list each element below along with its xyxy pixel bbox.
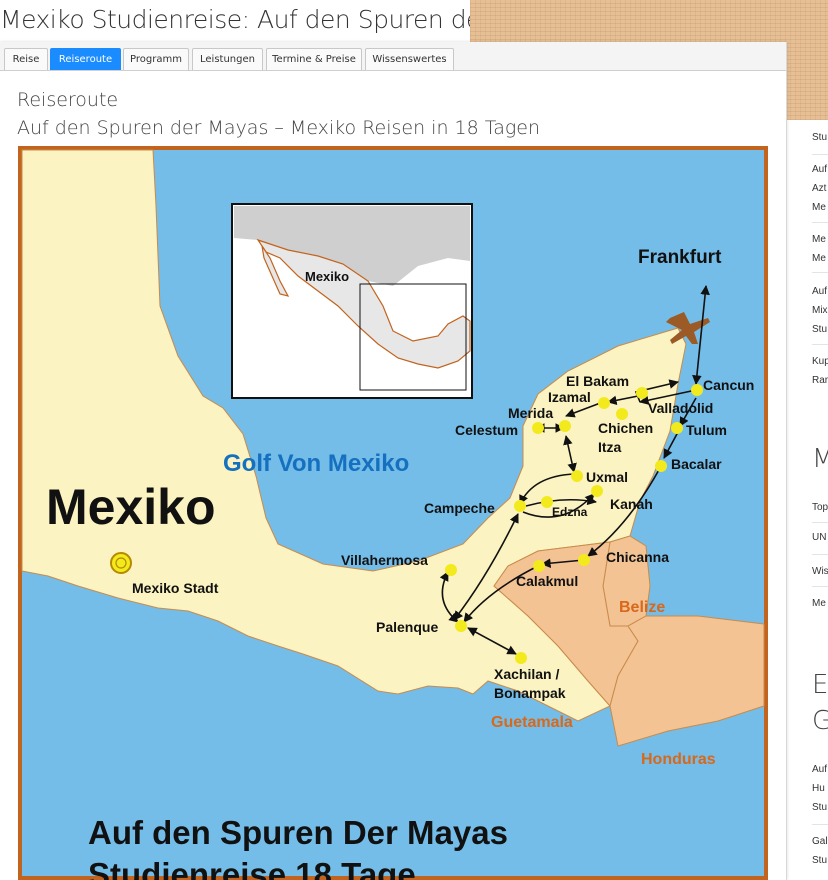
- stop-villahermosa: [445, 564, 457, 576]
- sea-label: Golf Von Mexiko: [223, 450, 409, 477]
- sidebar-link-4[interactable]: Auf: [812, 282, 827, 301]
- stop-calakmul: [533, 560, 545, 572]
- stop-uxmal: [571, 470, 583, 482]
- sidebar-link-3b[interactable]: Me: [812, 249, 826, 268]
- page-title: Mexiko Studienreise: Auf den Spuren der …: [0, 5, 470, 34]
- label-valladolid: Valladolid: [648, 400, 713, 416]
- sidebar-link-9[interactable]: Me: [812, 594, 826, 613]
- sidebar-link-4c[interactable]: Stu: [812, 320, 827, 339]
- stop-izamal: [598, 397, 610, 409]
- label-guatemala: Guetamala: [491, 714, 573, 731]
- tab-programm[interactable]: Programm: [123, 48, 189, 70]
- sidebar-heading-2a: E: [812, 670, 828, 700]
- label-el-bakam: El Bakam: [566, 373, 629, 389]
- sidebar-divider: [812, 222, 828, 223]
- stop-cancun: [691, 384, 703, 396]
- stop-bacalar: [655, 460, 667, 472]
- map-caption-line2: Studienreise 18 Tage: [88, 856, 416, 880]
- sidebar-heading-2b: G: [812, 706, 828, 736]
- label-kanah: Kanah: [610, 496, 653, 512]
- label-cancun: Cancun: [703, 377, 754, 393]
- stop-tulum: [671, 422, 683, 434]
- stop-kanah: [591, 485, 603, 497]
- tab-bar: Reise Reiseroute Programm Leistungen Ter…: [0, 42, 786, 71]
- sidebar-divider: [812, 522, 828, 523]
- map-caption-line1: Auf den Spuren Der Mayas: [88, 814, 508, 851]
- label-belize: Belize: [619, 599, 665, 616]
- tab-wissenswertes[interactable]: Wissenswertes: [365, 48, 454, 70]
- inset-label: Mexiko: [305, 269, 349, 284]
- sidebar-link-2[interactable]: Auf: [812, 160, 827, 179]
- stop-valladolid: [616, 408, 628, 420]
- stop-campeche: [514, 500, 526, 512]
- label-palenque: Palenque: [376, 619, 438, 635]
- sidebar-divider: [812, 272, 828, 273]
- stop-celestum: [532, 422, 544, 434]
- label-tulum: Tulum: [686, 422, 727, 438]
- sidebar-heading-1: M: [812, 444, 828, 474]
- label-calakmul: Calakmul: [516, 573, 578, 589]
- tab-leistungen[interactable]: Leistungen: [192, 48, 263, 70]
- sidebar-link-2c[interactable]: Me: [812, 198, 826, 217]
- sidebar-link-5[interactable]: Kup: [812, 352, 828, 371]
- label-campeche: Campeche: [424, 500, 495, 516]
- section-subheading: Auf den Spuren der Mayas – Mexiko Reisen…: [17, 117, 540, 139]
- sidebar-link-8[interactable]: Wis: [812, 562, 828, 581]
- capital-marker: [110, 552, 132, 574]
- sidebar-link-4b[interactable]: Mix: [812, 301, 828, 320]
- sidebar-link-11[interactable]: Gal: [812, 832, 828, 851]
- stop-xachilan: [515, 652, 527, 664]
- country-label: Mexiko: [46, 479, 216, 535]
- capital-label: Mexiko Stadt: [132, 580, 219, 596]
- sidebar-link-3[interactable]: Me: [812, 230, 826, 249]
- sidebar-link-1[interactable]: Stu: [812, 128, 827, 147]
- label-itza: Itza: [598, 439, 622, 455]
- sidebar-link-5b[interactable]: Rar: [812, 371, 828, 390]
- tab-reiseroute[interactable]: Reiseroute: [50, 48, 121, 70]
- sidebar-link-10c[interactable]: Stu: [812, 798, 827, 817]
- label-chichen: Chichen: [598, 420, 653, 436]
- sidebar-link-11b[interactable]: Stu: [812, 851, 827, 870]
- label-celestum: Celestum: [455, 422, 518, 438]
- label-chicanna: Chicanna: [606, 549, 669, 565]
- sidebar-link-10b[interactable]: Hu: [812, 779, 825, 798]
- stop-chicanna: [578, 554, 590, 566]
- sidebar-link-7[interactable]: UN: [812, 528, 826, 547]
- content-panel: Reise Reiseroute Programm Leistungen Ter…: [0, 42, 787, 880]
- label-izamal: Izamal: [548, 389, 591, 405]
- sidebar-link-2b[interactable]: Azt: [812, 179, 826, 198]
- tab-reise[interactable]: Reise: [4, 48, 48, 70]
- sidebar-link-10[interactable]: Auf: [812, 760, 827, 779]
- stop-el-bakam: [636, 387, 648, 399]
- label-villahermosa: Villahermosa: [341, 552, 428, 568]
- sidebar-divider: [812, 586, 828, 587]
- tab-termine-preise[interactable]: Termine & Preise: [266, 48, 362, 70]
- route-map: Mexiko Golf Von Mexiko Mexiko Mexiko Sta…: [18, 146, 768, 880]
- section-heading: Reiseroute: [17, 89, 119, 111]
- label-bacalar: Bacalar: [671, 456, 722, 472]
- label-edzna: Edzna: [552, 505, 588, 519]
- right-sidebar: Stu Auf Azt Me Me Me Auf Mix Stu Kup Rar…: [790, 120, 828, 880]
- sidebar-link-6[interactable]: Top: [812, 498, 828, 517]
- sidebar-divider: [812, 344, 828, 345]
- sidebar-divider: [812, 554, 828, 555]
- origin-label: Frankfurt: [638, 247, 722, 268]
- sidebar-divider: [812, 154, 828, 155]
- label-xachilan: Xachilan /: [494, 666, 559, 682]
- stop-merida: [559, 420, 571, 432]
- label-honduras: Honduras: [641, 751, 716, 768]
- label-uxmal: Uxmal: [586, 469, 628, 485]
- label-merida: Merida: [508, 405, 553, 421]
- sidebar-divider: [812, 824, 828, 825]
- stop-palenque: [455, 620, 467, 632]
- label-bonampak: Bonampak: [494, 685, 566, 701]
